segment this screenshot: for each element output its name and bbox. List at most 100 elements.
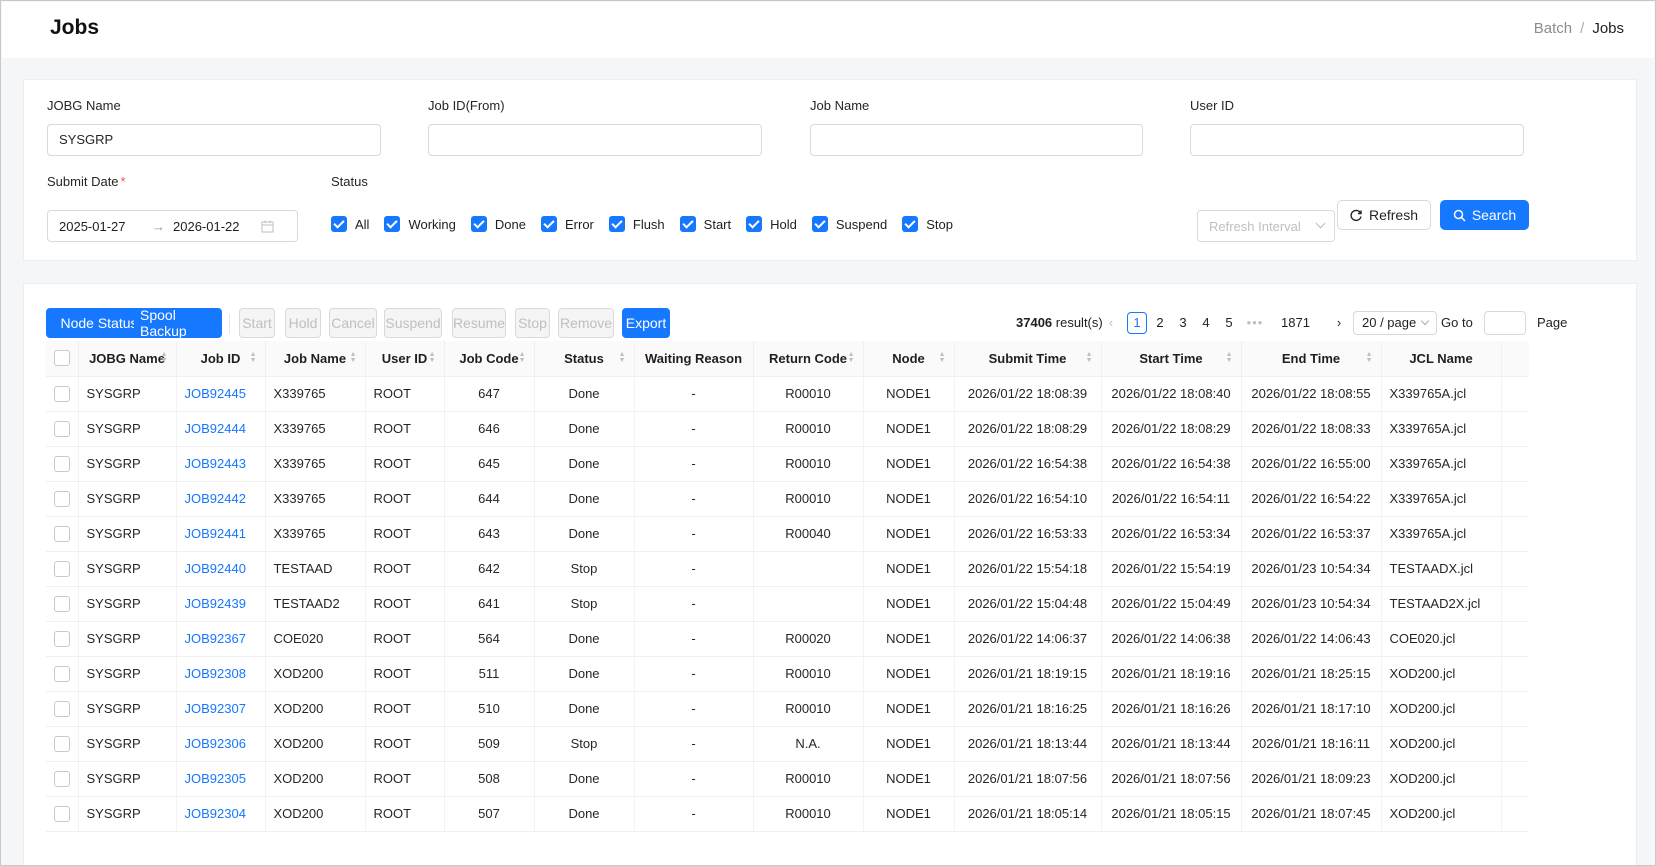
column-header-end-time[interactable]: End Time ▲ ▼	[1241, 341, 1382, 377]
checkbox-checked-icon[interactable]	[679, 216, 696, 232]
submit-date-range-picker[interactable]: 2025-01-27 → 2026-01-22	[47, 210, 298, 242]
sort-icon[interactable]: ▲ ▼	[429, 351, 436, 364]
job-name-input[interactable]	[810, 124, 1143, 156]
column-header-node[interactable]: Node ▲ ▼	[863, 341, 955, 377]
row-checkbox[interactable]	[53, 385, 70, 402]
row-checkbox[interactable]	[53, 490, 70, 507]
sort-icon[interactable]: ▲ ▼	[161, 351, 168, 364]
table-row[interactable]: SYSGRP JOB92306 XOD200 ROOT 509 Stop - N.A. NODE…	[46, 726, 1529, 762]
next-page-icon[interactable]: ›	[1329, 309, 1349, 337]
checkbox-checked-icon[interactable]	[470, 216, 487, 232]
status-checkbox-hold[interactable]: Hold	[746, 216, 797, 232]
table-row[interactable]: SYSGRP JOB92443 X339765 ROOT 645 Done - R00010 N…	[46, 446, 1529, 482]
spool-backup-button[interactable]: Spool Backup	[134, 307, 222, 339]
column-header-return-code[interactable]: Return Code ▲ ▼	[753, 341, 864, 377]
job-id-link[interactable]: JOB92305	[176, 761, 266, 797]
goto-page-input[interactable]	[1484, 311, 1526, 335]
refresh-button[interactable]: Refresh	[1337, 200, 1431, 230]
status-checkbox-flush[interactable]: Flush	[608, 216, 665, 232]
checkbox-checked-icon[interactable]	[811, 216, 828, 232]
job-id-link[interactable]: JOB92441	[176, 516, 266, 552]
status-checkbox-all[interactable]: All	[331, 216, 369, 232]
job-id-link[interactable]: JOB92439	[176, 586, 266, 622]
user-id-input[interactable]	[1190, 124, 1524, 156]
refresh-interval-select[interactable]: Refresh Interval	[1197, 210, 1335, 242]
column-header-status[interactable]: Status ▲ ▼	[534, 341, 635, 377]
sort-icon[interactable]: ▲ ▼	[1366, 351, 1373, 364]
row-checkbox[interactable]	[53, 735, 70, 752]
page-1[interactable]: 1	[1127, 312, 1147, 334]
table-row[interactable]: SYSGRP JOB92305 XOD200 ROOT 508 Done - R00010 NO…	[46, 761, 1529, 797]
column-header-waiting-reason[interactable]: Waiting Reason	[634, 341, 754, 377]
status-checkbox-stop[interactable]: Stop	[902, 216, 953, 232]
page-4[interactable]: 4	[1196, 309, 1216, 337]
job-id-link[interactable]: JOB92440	[176, 551, 266, 587]
column-header-start-time[interactable]: Start Time ▲ ▼	[1101, 341, 1242, 377]
column-header-job-code[interactable]: Job Code ▲ ▼	[444, 341, 535, 377]
jobg-name-input[interactable]: SYSGRP	[47, 124, 381, 156]
column-header-submit-time[interactable]: Submit Time ▲ ▼	[954, 341, 1102, 377]
status-checkbox-start[interactable]: Start	[679, 216, 731, 232]
job-id-link[interactable]: JOB92443	[176, 446, 266, 482]
checkbox-checked-icon[interactable]	[540, 216, 557, 232]
column-header-job-name[interactable]: Job Name ▲ ▼	[265, 341, 366, 377]
job-id-link[interactable]: JOB92306	[176, 726, 266, 762]
breadcrumb-batch[interactable]: Batch	[1534, 20, 1572, 37]
hold-button[interactable]: Hold	[285, 308, 321, 338]
table-row[interactable]: SYSGRP JOB92304 XOD200 ROOT 507 Done - R00010 NO…	[46, 796, 1529, 832]
row-checkbox[interactable]	[53, 455, 70, 472]
table-row[interactable]: SYSGRP JOB92441 X339765 ROOT 643 Done - R00040 N…	[46, 516, 1529, 552]
sort-icon[interactable]: ▲ ▼	[619, 351, 626, 364]
table-row[interactable]: SYSGRP JOB92444 X339765 ROOT 646 Done - R00010 N…	[46, 411, 1529, 447]
more-pages-icon[interactable]: •••	[1245, 309, 1265, 337]
select-all-checkbox[interactable]	[53, 350, 70, 367]
page-last[interactable]: 1871	[1281, 309, 1310, 337]
column-header-user-id[interactable]: User ID ▲ ▼	[365, 341, 445, 377]
job-id-link[interactable]: JOB92445	[176, 376, 266, 412]
sort-icon[interactable]: ▲ ▼	[350, 351, 357, 364]
row-checkbox[interactable]	[53, 630, 70, 647]
row-checkbox[interactable]	[53, 805, 70, 822]
export-button[interactable]: Export	[622, 308, 670, 338]
page-3[interactable]: 3	[1173, 309, 1193, 337]
cancel-button[interactable]: Cancel	[329, 308, 377, 338]
remove-button[interactable]: Remove	[558, 308, 614, 338]
status-checkbox-suspend[interactable]: Suspend	[811, 216, 887, 232]
sort-icon[interactable]: ▲ ▼	[250, 351, 257, 364]
row-checkbox[interactable]	[53, 770, 70, 787]
table-row[interactable]: SYSGRP JOB92308 XOD200 ROOT 511 Done - R00010 NO…	[46, 656, 1529, 692]
checkbox-checked-icon[interactable]	[746, 216, 763, 232]
table-row[interactable]: SYSGRP JOB92440 TESTAAD ROOT 642 Stop - NODE1 20…	[46, 551, 1529, 587]
status-checkbox-error[interactable]: Error	[540, 216, 594, 232]
job-id-from-input[interactable]	[428, 124, 762, 156]
sort-icon[interactable]: ▲ ▼	[1086, 351, 1093, 364]
table-row[interactable]: SYSGRP JOB92367 COE020 ROOT 564 Done - R00020 NO…	[46, 621, 1529, 657]
column-header-jcl-name[interactable]: JCL Name	[1381, 341, 1502, 377]
job-id-link[interactable]: JOB92442	[176, 481, 266, 517]
checkbox-checked-icon[interactable]	[902, 216, 919, 232]
date-from-input[interactable]: 2025-01-27	[59, 219, 126, 234]
column-header-job-id[interactable]: Job ID ▲ ▼	[176, 341, 266, 377]
row-checkbox[interactable]	[53, 560, 70, 577]
sort-icon[interactable]: ▲ ▼	[939, 351, 946, 364]
job-id-link[interactable]: JOB92308	[176, 656, 266, 692]
status-checkbox-working[interactable]: Working	[384, 216, 456, 232]
table-row[interactable]: SYSGRP JOB92445 X339765 ROOT 647 Done - R00010 N…	[46, 376, 1529, 412]
start-button[interactable]: Start	[239, 308, 275, 338]
checkbox-checked-icon[interactable]	[331, 216, 347, 232]
table-row[interactable]: SYSGRP JOB92442 X339765 ROOT 644 Done - R00010 N…	[46, 481, 1529, 517]
page-size-select[interactable]: 20 / page	[1353, 311, 1438, 335]
column-header-jobg-name[interactable]: JOBG Name ▲ ▼	[78, 341, 177, 377]
row-checkbox[interactable]	[53, 595, 70, 612]
search-button[interactable]: Search	[1440, 200, 1529, 230]
row-checkbox[interactable]	[53, 420, 70, 437]
sort-icon[interactable]: ▲ ▼	[519, 351, 526, 364]
row-checkbox[interactable]	[53, 525, 70, 542]
job-id-link[interactable]: JOB92367	[176, 621, 266, 657]
job-id-link[interactable]: JOB92307	[176, 691, 266, 727]
job-id-link[interactable]: JOB92444	[176, 411, 266, 447]
job-id-link[interactable]: JOB92304	[176, 796, 266, 832]
resume-button[interactable]: Resume	[452, 308, 506, 338]
page-2[interactable]: 2	[1150, 309, 1170, 337]
status-checkbox-done[interactable]: Done	[470, 216, 526, 232]
